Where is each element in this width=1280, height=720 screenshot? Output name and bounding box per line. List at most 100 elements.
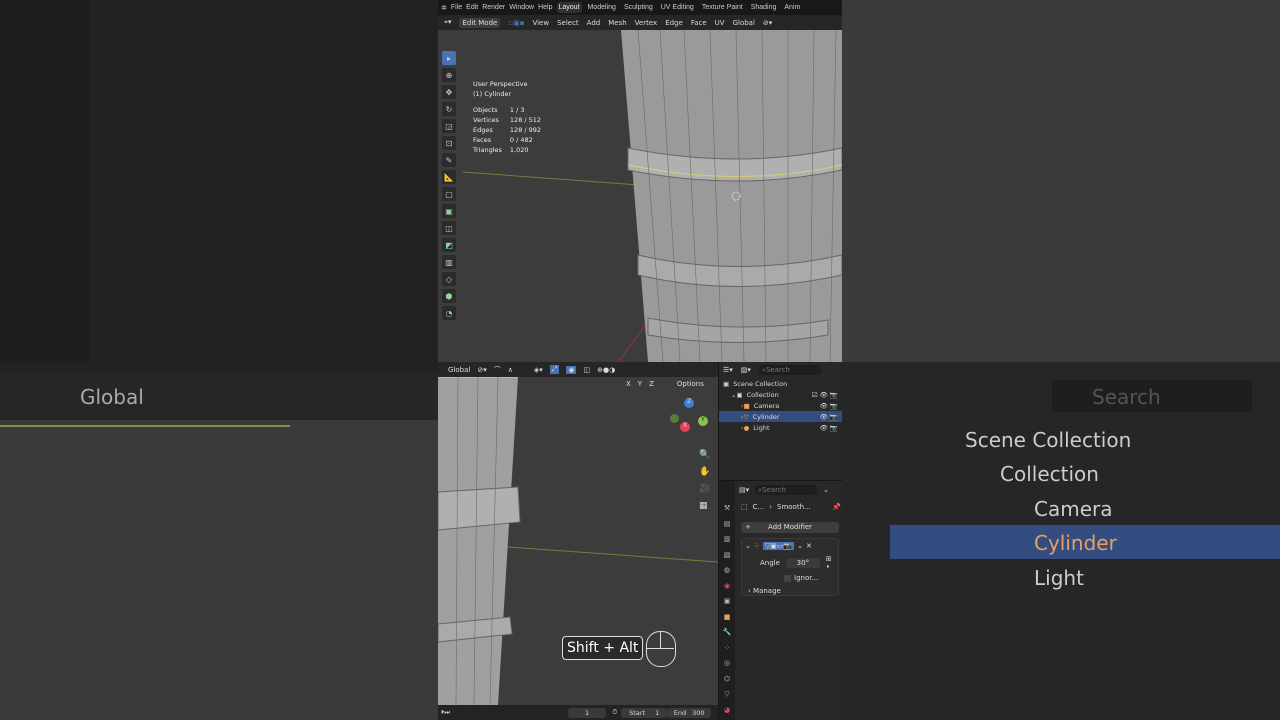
display-mode-icon[interactable]: ☰▾ bbox=[723, 366, 733, 374]
object-tab-icon[interactable]: ■ bbox=[719, 610, 735, 626]
view-layer-tab-icon[interactable]: ▧ bbox=[719, 548, 735, 564]
tab-shading[interactable]: Shading bbox=[749, 2, 779, 13]
world-tab-icon[interactable]: ◉ bbox=[719, 579, 735, 595]
zoom-icon[interactable]: 🔍 bbox=[699, 447, 710, 464]
bevel-tool-icon[interactable]: ◩ bbox=[442, 238, 456, 252]
menu-help[interactable]: Help bbox=[538, 4, 552, 11]
physics-tab-icon[interactable]: ◎ bbox=[719, 656, 735, 672]
shading-solid-icon[interactable]: ⊕●◑ bbox=[597, 366, 615, 374]
chevron-down-icon[interactable]: ⌄ bbox=[823, 486, 829, 494]
xray-icon[interactable]: ◫ bbox=[583, 366, 590, 374]
input-node-icon[interactable]: ⊞ • bbox=[826, 555, 838, 571]
outliner-item-cylinder[interactable]: ›▽Cylinder👁 📷 bbox=[719, 411, 842, 422]
pivot-icon[interactable]: ⊘▾ bbox=[477, 366, 486, 374]
ignore-checkbox[interactable] bbox=[784, 575, 791, 582]
pin-icon[interactable]: 📌 bbox=[832, 503, 841, 511]
stopwatch-icon[interactable]: ⏱ bbox=[612, 708, 617, 717]
select-mode-icons[interactable]: ▫▣▪ bbox=[508, 19, 524, 27]
visibility-icons[interactable]: 👁 📷 bbox=[820, 402, 842, 410]
outliner-search[interactable]: ⌕ Search bbox=[759, 365, 821, 375]
viewport-top[interactable]: ▸ ⊕ ✥ ↻ ◲ ⊡ ✎ 📐 ▢ ▣ ◫ ◩ ▥ ◇ ⬢ ◔ User Per… bbox=[438, 30, 842, 362]
blender-logo-icon[interactable]: ✲ bbox=[441, 4, 447, 12]
modifier-toggles[interactable]: ▽▣▭📷 bbox=[763, 542, 794, 550]
menu-mesh[interactable]: Mesh bbox=[608, 19, 626, 27]
axis-x-button[interactable]: X bbox=[624, 380, 633, 388]
tab-sculpting[interactable]: Sculpting bbox=[622, 2, 655, 13]
collapse-icon[interactable]: ⌄ bbox=[745, 542, 751, 550]
outliner-item-light[interactable]: ›●Light👁 📷 bbox=[719, 422, 842, 433]
close-icon[interactable]: ✕ bbox=[806, 542, 812, 550]
menu-render[interactable]: Render bbox=[482, 4, 505, 11]
visibility-icon[interactable]: ◈▾ bbox=[534, 366, 543, 374]
tab-uv-editing[interactable]: UV Editing bbox=[659, 2, 696, 13]
properties-search[interactable]: ⌕ Search bbox=[755, 485, 817, 495]
add-cube-tool-icon[interactable]: ▢ bbox=[442, 187, 456, 201]
dropdown-icon[interactable]: ⌄ bbox=[797, 542, 803, 550]
gizmo-toggle-icon[interactable]: ⤢ bbox=[550, 365, 560, 374]
proportional-icon[interactable]: ∧ bbox=[508, 366, 513, 374]
gizmo-z[interactable]: Z bbox=[684, 398, 694, 408]
tab-layout[interactable]: Layout bbox=[557, 2, 582, 13]
playback-controls-icon[interactable]: ⏵⏭ bbox=[441, 708, 450, 717]
filter-icon[interactable]: ▨▾ bbox=[741, 366, 751, 374]
angle-field[interactable]: 30° bbox=[786, 558, 820, 568]
output-tab-icon[interactable]: ▥ bbox=[719, 532, 735, 548]
add-modifier-button[interactable]: +Add Modifier bbox=[741, 522, 839, 533]
menu-vertex[interactable]: Vertex bbox=[635, 19, 658, 27]
data-tab-icon[interactable]: ▽ bbox=[719, 687, 735, 703]
end-frame-field[interactable]: End300 bbox=[667, 708, 711, 718]
start-frame-field[interactable]: Start1 bbox=[621, 708, 667, 718]
menu-select[interactable]: Select bbox=[557, 19, 579, 27]
camera-view-icon[interactable]: 🎥 bbox=[699, 481, 710, 498]
scale-tool-icon[interactable]: ◲ bbox=[442, 119, 456, 133]
editor-type-icon[interactable]: ⌖▾ bbox=[444, 18, 451, 27]
orientation-dropdown[interactable]: Global bbox=[733, 19, 755, 27]
outliner-item-camera[interactable]: ›■Camera👁 📷 bbox=[719, 400, 842, 411]
menu-view[interactable]: View bbox=[532, 19, 549, 27]
axis-y-button[interactable]: Y bbox=[636, 380, 644, 388]
collection-tab-icon[interactable]: ▣ bbox=[719, 594, 735, 610]
constraints-tab-icon[interactable]: ⌬ bbox=[719, 672, 735, 688]
measure-tool-icon[interactable]: 📐 bbox=[442, 170, 456, 184]
select-box-tool-icon[interactable]: ▸ bbox=[442, 51, 456, 65]
visibility-icons[interactable]: 👁 📷 bbox=[820, 424, 842, 432]
orientation-dropdown[interactable]: Global bbox=[448, 366, 470, 374]
scene-tab-icon[interactable]: ◍ bbox=[719, 563, 735, 579]
annotate-tool-icon[interactable]: ✎ bbox=[442, 153, 456, 167]
menu-edit[interactable]: Edit bbox=[466, 4, 478, 11]
menu-file[interactable]: File bbox=[451, 4, 462, 11]
mode-selector[interactable]: Edit Mode bbox=[459, 18, 500, 28]
loop-cut-tool-icon[interactable]: ▥ bbox=[442, 255, 456, 269]
move-tool-icon[interactable]: ✥ bbox=[442, 85, 456, 99]
manage-subpanel[interactable]: › Manage bbox=[742, 587, 838, 595]
menu-add[interactable]: Add bbox=[587, 19, 601, 27]
tool-tab-icon[interactable]: ⚒ bbox=[719, 501, 735, 517]
spin-tool-icon[interactable]: ◔ bbox=[442, 306, 456, 320]
current-frame-field[interactable]: 1 bbox=[568, 708, 606, 718]
axis-z-button[interactable]: Z bbox=[647, 380, 656, 388]
gizmo-x[interactable]: X bbox=[680, 422, 690, 432]
menu-uv[interactable]: UV bbox=[715, 19, 725, 27]
gizmo-neg-y[interactable] bbox=[670, 414, 679, 423]
transform-tool-icon[interactable]: ⊡ bbox=[442, 136, 456, 150]
visibility-icons[interactable]: ☑ 👁 📷 bbox=[812, 391, 842, 399]
snap-icon[interactable]: ⊘▾ bbox=[763, 19, 772, 27]
particles-tab-icon[interactable]: ⁘ bbox=[719, 641, 735, 657]
cursor-tool-icon[interactable]: ⊕ bbox=[442, 68, 456, 82]
menu-window[interactable]: Window bbox=[509, 4, 534, 11]
inset-tool-icon[interactable]: ◫ bbox=[442, 221, 456, 235]
collection-row[interactable]: ⌄▣Collection☑ 👁 📷 bbox=[719, 389, 842, 400]
options-dropdown[interactable]: Options bbox=[677, 380, 704, 388]
poly-build-tool-icon[interactable]: ⬢ bbox=[442, 289, 456, 303]
knife-tool-icon[interactable]: ◇ bbox=[442, 272, 456, 286]
tab-modeling[interactable]: Modeling bbox=[586, 2, 618, 13]
editor-type-icon[interactable]: ▤▾ bbox=[739, 486, 749, 494]
menu-face[interactable]: Face bbox=[691, 19, 707, 27]
gizmo-y[interactable]: Y bbox=[698, 416, 708, 426]
tab-animation[interactable]: Anim bbox=[782, 2, 802, 13]
extrude-tool-icon[interactable]: ▣ bbox=[442, 204, 456, 218]
navigation-gizmo[interactable]: Z Y X bbox=[668, 398, 708, 438]
tab-texture-paint[interactable]: Texture Paint bbox=[700, 2, 745, 13]
scene-collection-row[interactable]: ▣Scene Collection bbox=[719, 378, 842, 389]
render-tab-icon[interactable]: ▤ bbox=[719, 517, 735, 533]
